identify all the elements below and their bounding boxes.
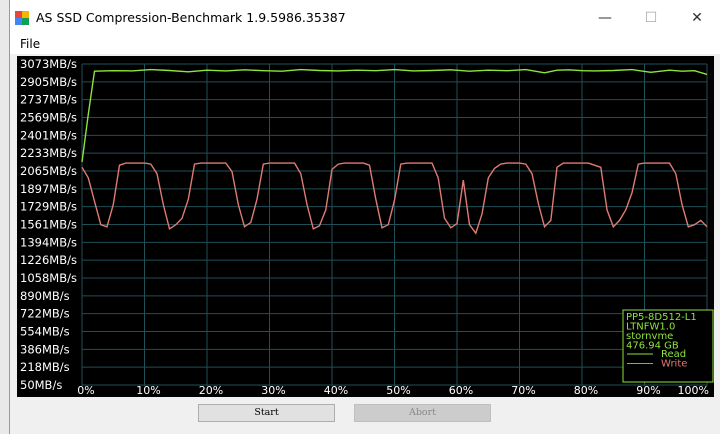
x-tick-label: 30% [261, 384, 285, 397]
x-tick-label: 20% [199, 384, 223, 397]
chart-svg: 3073MB/s 2905MB/s 2737MB/s 2569MB/s 2401MB/s… [20, 57, 714, 397]
y-tick-label: 2233MB/s [20, 146, 77, 160]
x-tick-label: 90% [636, 384, 660, 397]
y-tick-label: 1226MB/s [20, 253, 77, 267]
x-tick-label: 100% [678, 384, 709, 397]
benchmark-chart: 3073MB/s 2905MB/s 2737MB/s 2569MB/s 2401MB/s… [17, 56, 714, 397]
background-window [0, 0, 9, 434]
abort-button: Abort [354, 404, 491, 422]
title-bar[interactable]: AS SSD Compression-Benchmark 1.9.5986.35… [10, 0, 720, 36]
y-tick-label: 554MB/s [20, 325, 70, 339]
y-tick-label: 2401MB/s [20, 128, 77, 142]
chart-legend: PP5-8D512-L1LTNFW1.0stornvme476.94 GBRea… [622, 309, 714, 383]
y-tick-label: 218MB/s [20, 360, 70, 374]
start-button[interactable]: Start [198, 404, 335, 422]
window-title: AS SSD Compression-Benchmark 1.9.5986.35… [36, 10, 346, 25]
y-tick-label: 3073MB/s [20, 57, 77, 71]
y-tick-label: 1561MB/s [20, 218, 77, 232]
y-tick-label: 50MB/s [20, 378, 62, 392]
menu-file[interactable]: File [20, 37, 40, 51]
maximize-icon: ☐ [644, 10, 658, 26]
y-tick-label: 722MB/s [20, 307, 70, 321]
minimize-button[interactable]: — [582, 0, 628, 36]
y-tick-label: 1394MB/s [20, 235, 77, 249]
y-tick-label: 1897MB/s [20, 182, 77, 196]
x-tick-label: 10% [136, 384, 160, 397]
close-button[interactable]: ✕ [674, 0, 720, 36]
legend-label-write: Write [661, 359, 687, 370]
x-axis-ticks: 0% 10% 20% 30% 40% 50% 60% 70% 80% 90% 100% [77, 384, 709, 397]
x-tick-label: 70% [511, 384, 535, 397]
y-tick-label: 2065MB/s [20, 164, 77, 178]
y-tick-label: 2905MB/s [20, 75, 77, 89]
y-axis-ticks: 3073MB/s 2905MB/s 2737MB/s 2569MB/s 2401MB/s… [20, 57, 77, 392]
x-tick-label: 80% [574, 384, 598, 397]
x-tick-label: 0% [77, 384, 94, 397]
y-tick-label: 386MB/s [20, 342, 70, 356]
x-tick-label: 60% [449, 384, 473, 397]
y-tick-label: 1729MB/s [20, 200, 77, 214]
maximize-button[interactable]: ☐ [628, 0, 674, 36]
y-tick-label: 2569MB/s [20, 111, 77, 125]
x-tick-label: 50% [386, 384, 410, 397]
y-tick-label: 2737MB/s [20, 93, 77, 107]
x-tick-label: 40% [324, 384, 348, 397]
y-tick-label: 890MB/s [20, 289, 70, 303]
minimize-icon: — [598, 10, 612, 26]
menu-bar: File [10, 36, 720, 54]
y-tick-label: 1058MB/s [20, 271, 77, 285]
benchmark-window: AS SSD Compression-Benchmark 1.9.5986.35… [9, 0, 720, 434]
close-icon: ✕ [691, 10, 703, 26]
app-icon [15, 11, 29, 25]
